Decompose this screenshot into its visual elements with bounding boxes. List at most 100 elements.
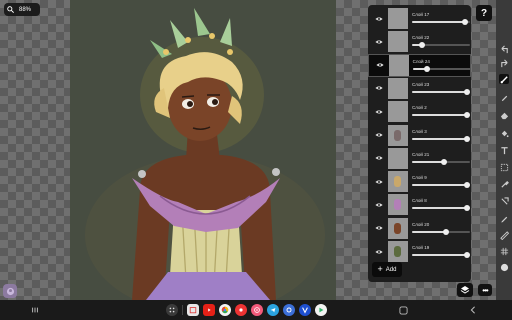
eye-icon[interactable] xyxy=(372,200,386,210)
eye-icon[interactable] xyxy=(373,60,387,70)
eye-icon[interactable] xyxy=(372,130,386,140)
layer-row[interactable]: Слой 2 xyxy=(368,100,471,123)
layer-row[interactable]: Слой 17 xyxy=(368,7,471,30)
layer-opacity-slider[interactable] xyxy=(412,228,470,235)
layer-opacity-slider[interactable] xyxy=(412,19,470,25)
apps-grid-icon[interactable] xyxy=(166,304,178,316)
vpn-icon[interactable] xyxy=(299,304,311,316)
opacity-knob[interactable] xyxy=(464,112,471,119)
layer-thumbnail xyxy=(388,8,408,29)
flower-icon[interactable] xyxy=(235,304,247,316)
eye-icon[interactable] xyxy=(372,223,386,233)
help-button[interactable]: ? xyxy=(476,5,492,21)
youtube-icon[interactable] xyxy=(203,304,215,316)
layer-row[interactable]: Слой 8 xyxy=(368,193,471,216)
layer-opacity-slider[interactable] xyxy=(412,182,471,189)
eye-icon[interactable] xyxy=(372,247,386,257)
add-layer-button[interactable]: + Add xyxy=(372,262,402,277)
back-icon[interactable] xyxy=(468,305,478,315)
more-icon: ••• xyxy=(482,285,488,295)
more-options-button[interactable]: ••• xyxy=(478,284,492,296)
fill-icon[interactable] xyxy=(499,128,509,138)
opacity-knob[interactable] xyxy=(464,88,471,95)
layer-row[interactable]: Слой 3 xyxy=(368,124,471,147)
layer-opacity-slider[interactable] xyxy=(412,112,471,119)
layer-opacity-slider[interactable] xyxy=(412,252,471,258)
eye-icon[interactable] xyxy=(372,107,386,117)
eraser-icon[interactable] xyxy=(499,110,509,120)
layer-name: Слой 24 xyxy=(412,58,430,64)
opacity-knob[interactable] xyxy=(419,42,426,49)
layer-row[interactable]: Слой 9 xyxy=(368,170,471,193)
zoom-indicator[interactable]: 88% xyxy=(4,3,40,16)
layer-opacity-slider[interactable] xyxy=(412,205,471,212)
layer-opacity-slider[interactable] xyxy=(412,65,471,72)
zoom-level: 88% xyxy=(19,6,32,13)
opacity-knob[interactable] xyxy=(464,205,471,212)
opacity-knob[interactable] xyxy=(440,158,447,165)
layer-row[interactable]: Слой 24 xyxy=(368,53,471,77)
layer-name: Слой 3 xyxy=(412,128,427,134)
recent-apps-icon[interactable] xyxy=(30,305,40,315)
opacity-knob[interactable] xyxy=(462,19,469,25)
eyedropper-icon[interactable] xyxy=(499,179,509,189)
layer-thumbnail xyxy=(388,147,408,169)
grid-icon[interactable] xyxy=(499,246,509,256)
layer-opacity-slider[interactable] xyxy=(412,42,470,49)
eye-icon[interactable] xyxy=(372,153,386,163)
layer-thumbnail xyxy=(388,101,408,123)
layer-name: Слой 23 xyxy=(412,81,430,87)
layer-thumbnail xyxy=(388,77,408,99)
eye-icon[interactable] xyxy=(372,37,386,47)
layer-opacity-slider[interactable] xyxy=(412,158,470,165)
transform-icon[interactable] xyxy=(499,196,509,206)
calendar-icon[interactable] xyxy=(187,304,199,316)
layer-name: Слой 21 xyxy=(412,151,430,157)
opacity-knob[interactable] xyxy=(464,135,471,142)
layers-icon xyxy=(460,286,470,294)
layer-row[interactable]: Слой 23 xyxy=(368,77,471,100)
eye-icon[interactable] xyxy=(372,83,386,93)
settings-icon[interactable] xyxy=(283,304,295,316)
avatar-icon xyxy=(6,287,14,295)
brush-icon[interactable] xyxy=(499,74,509,84)
artboard[interactable] xyxy=(70,0,336,300)
eye-icon[interactable] xyxy=(372,14,386,24)
opacity-knob[interactable] xyxy=(442,228,449,235)
layer-name: Слой 9 xyxy=(412,175,427,181)
opacity-fill xyxy=(412,137,468,140)
target-icon[interactable] xyxy=(251,304,263,316)
text-icon[interactable] xyxy=(499,145,509,155)
color-icon[interactable] xyxy=(499,262,509,272)
selection-icon[interactable] xyxy=(499,162,509,172)
smudge-icon[interactable] xyxy=(499,92,509,102)
layer-row[interactable]: Слой 22 xyxy=(368,30,471,53)
play-store-icon[interactable] xyxy=(315,304,327,316)
pen-icon[interactable] xyxy=(499,213,509,223)
chrome-icon[interactable] xyxy=(219,304,231,316)
layer-opacity-slider[interactable] xyxy=(412,135,471,142)
layer-row[interactable]: Слой 21 xyxy=(368,147,471,170)
opacity-knob[interactable] xyxy=(464,182,471,189)
opacity-fill xyxy=(412,90,468,93)
layer-thumbnail xyxy=(388,171,408,193)
opacity-fill xyxy=(412,230,446,233)
layer-thumbnail xyxy=(388,54,409,76)
eye-icon[interactable] xyxy=(372,177,386,187)
layer-row[interactable]: Слой 19 xyxy=(368,240,471,263)
telegram-icon[interactable] xyxy=(267,304,279,316)
ruler-icon[interactable] xyxy=(499,230,509,240)
opacity-knob[interactable] xyxy=(464,252,471,258)
layer-opacity-slider[interactable] xyxy=(412,88,471,95)
plus-icon: + xyxy=(377,264,383,274)
reference-button[interactable] xyxy=(3,284,17,298)
undo-icon[interactable] xyxy=(499,44,509,54)
layers-button[interactable] xyxy=(457,283,473,297)
layer-row[interactable]: Слой 20 xyxy=(368,217,471,240)
home-icon[interactable] xyxy=(398,305,408,315)
character-illustration xyxy=(85,8,325,300)
opacity-knob[interactable] xyxy=(424,65,431,72)
redo-icon[interactable] xyxy=(499,58,509,68)
dock-divider xyxy=(182,305,183,315)
opacity-fill xyxy=(412,254,468,256)
